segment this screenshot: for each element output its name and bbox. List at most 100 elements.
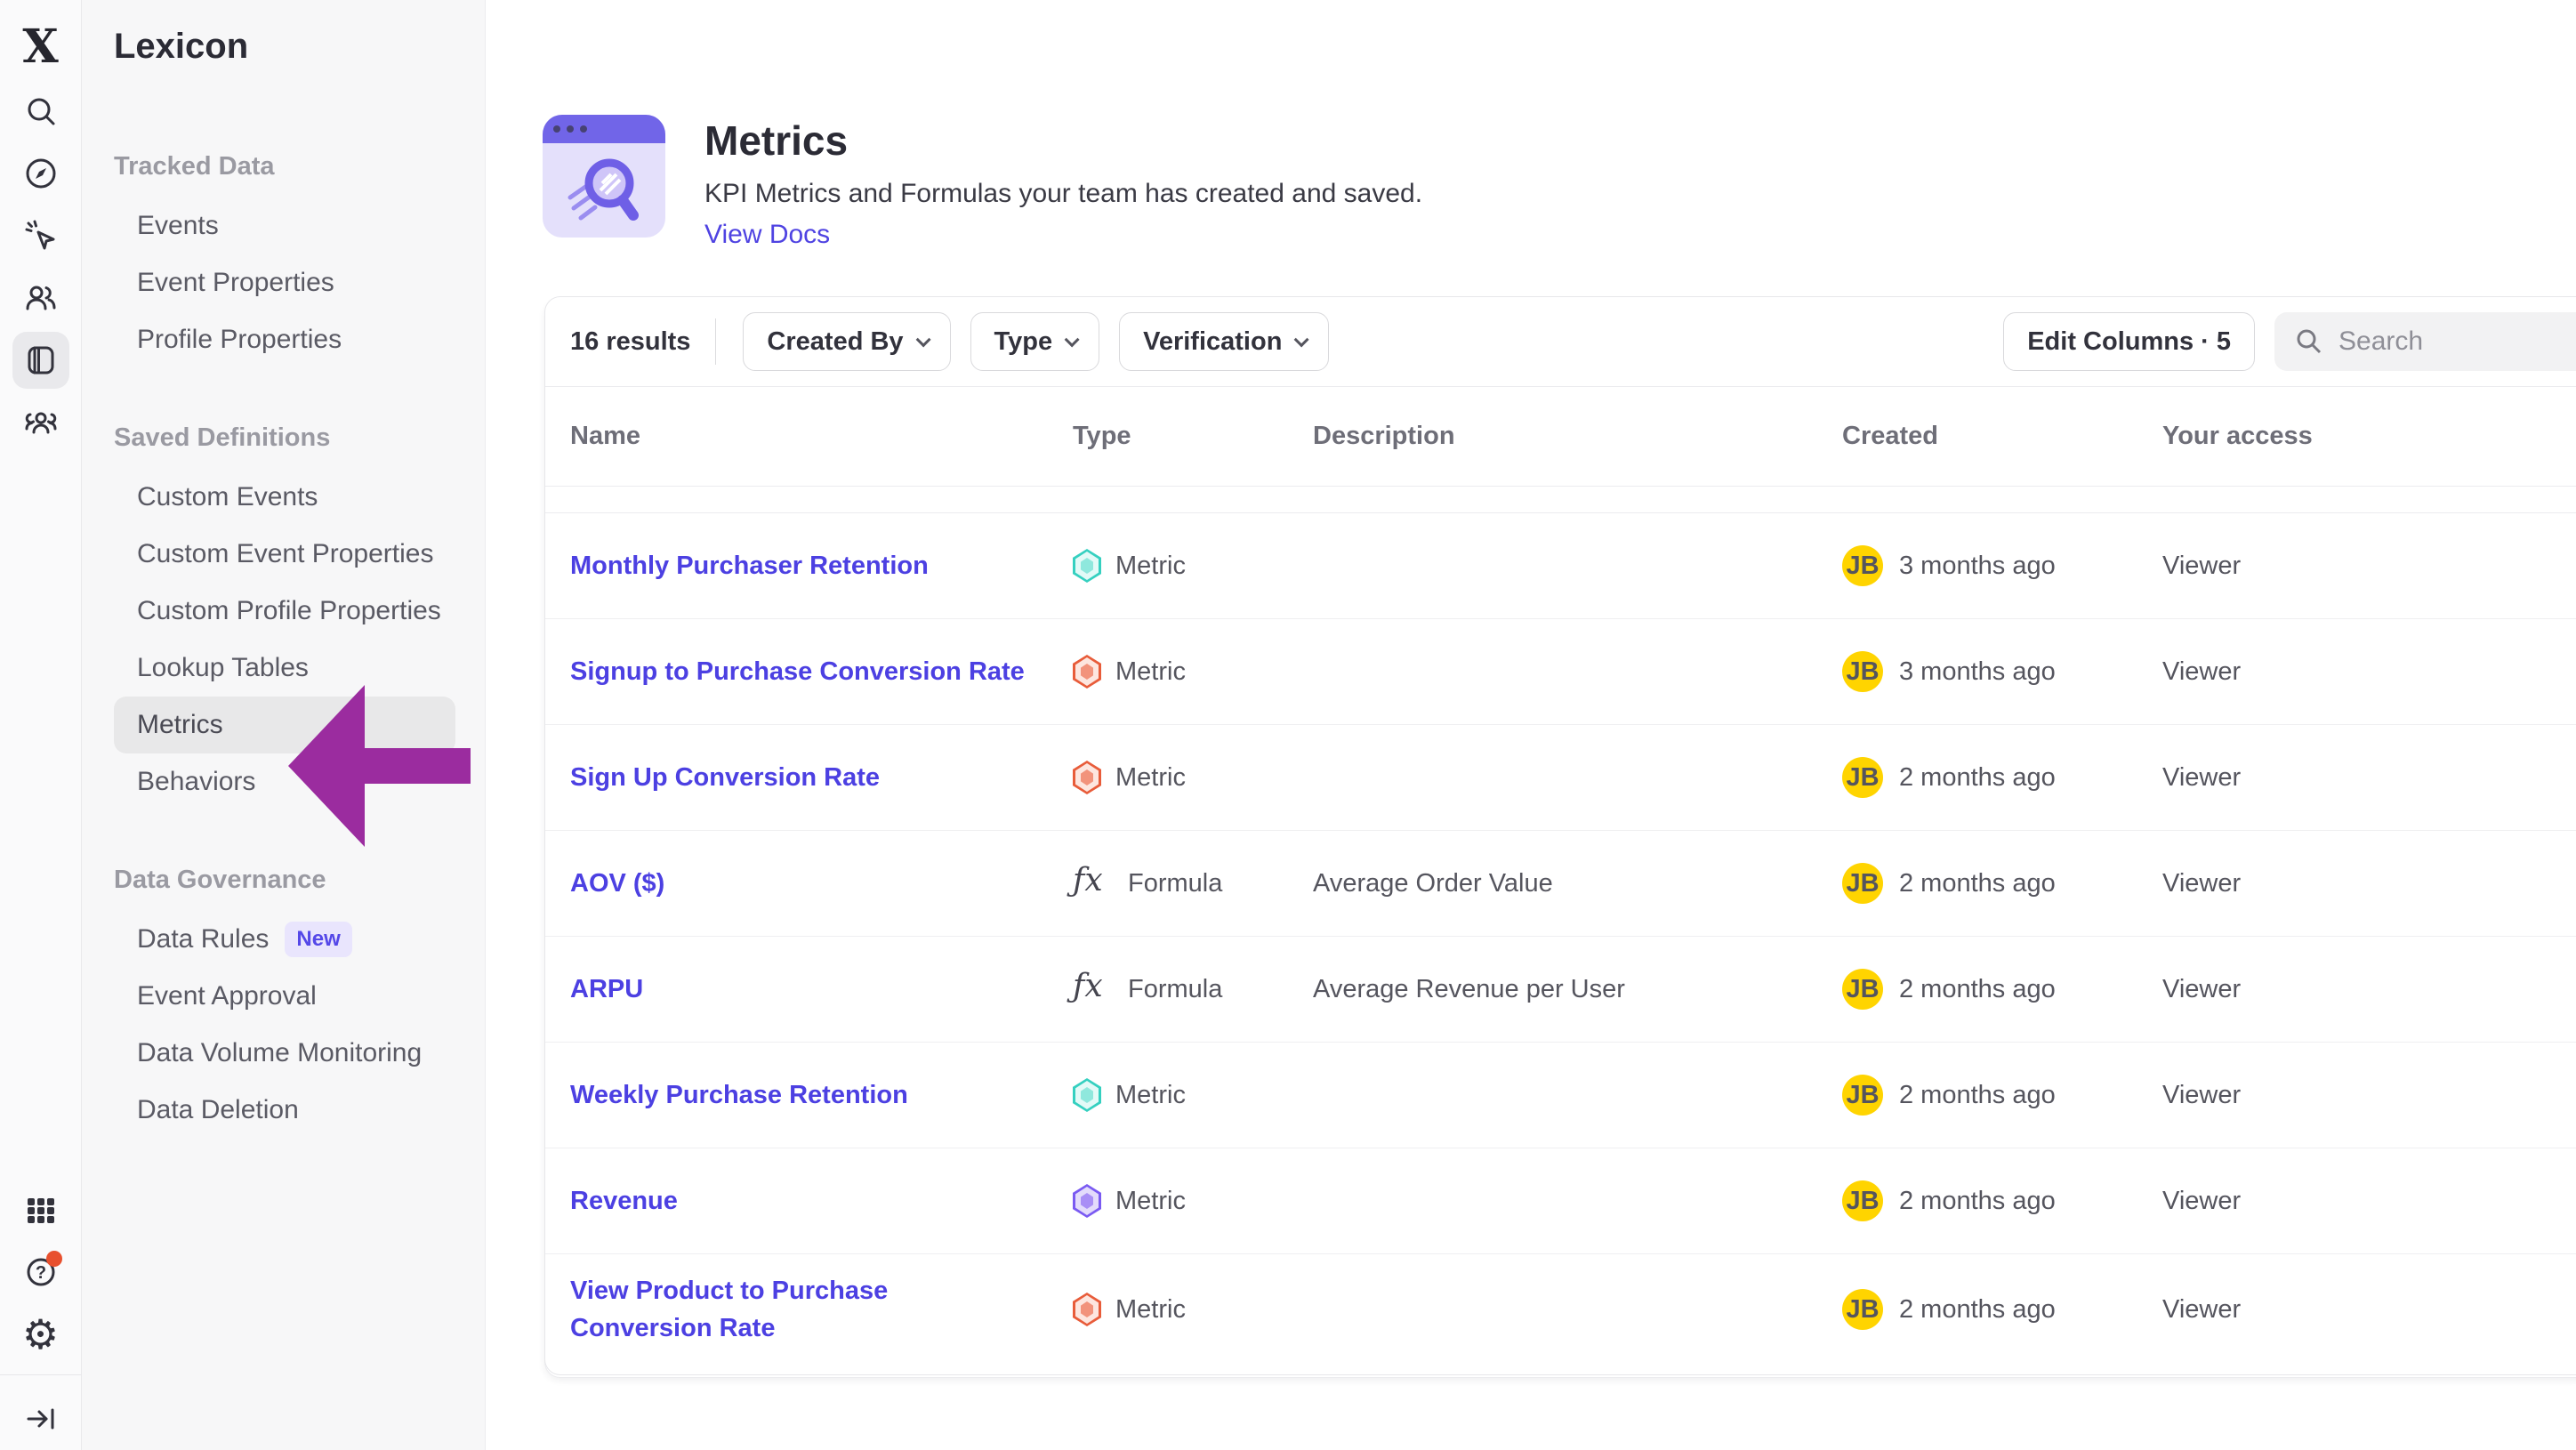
table-header-row: Name Type Description Created Your acces… [545, 387, 2576, 487]
table-row: AOV ($) Formula Average Order Value JB2 … [545, 831, 2576, 937]
col-type: Type [1073, 422, 1313, 451]
metrics-hero-icon [543, 115, 665, 238]
users-nav-button[interactable] [12, 270, 69, 326]
metric-name-link[interactable]: Weekly Purchase Retention [570, 1076, 1073, 1114]
metric-name-link[interactable]: ARPU [570, 971, 1073, 1008]
table-row: Revenue Metric JB2 months ago Viewer [545, 1148, 2576, 1254]
avatar: JB [1842, 757, 1883, 798]
sidebar-item-event-approval[interactable]: Event Approval [114, 968, 455, 1025]
page-header: Metrics KPI Metrics and Formulas your te… [543, 115, 1422, 250]
col-description: Description [1313, 422, 1842, 451]
magnifier-illustration-icon [561, 148, 647, 233]
apps-nav-button[interactable] [12, 1181, 69, 1238]
metric-name-link[interactable]: Signup to Purchase Conversion Rate [570, 653, 1073, 690]
search-icon [22, 93, 60, 130]
metric-name-link[interactable]: Monthly Purchaser Retention [570, 547, 1073, 584]
metric-name-link[interactable]: View Product to Purchase Conversion Rate [570, 1272, 1073, 1347]
metric-name-link[interactable]: Revenue [570, 1182, 1073, 1220]
lexicon-nav-button[interactable] [12, 332, 69, 389]
sidebar-title: Lexicon [114, 27, 485, 67]
edit-columns-button[interactable]: Edit Columns · 5 [2003, 312, 2255, 371]
sidebar-item-metrics[interactable]: Metrics [114, 697, 455, 753]
rail-divider [0, 1374, 82, 1375]
sidebar-item-events[interactable]: Events [114, 197, 455, 254]
collapse-arrow-icon [22, 1400, 60, 1438]
section-tracked-data: Tracked Data [114, 152, 485, 181]
metric-name-link[interactable]: Sign Up Conversion Rate [570, 759, 1073, 796]
metric-type-icon [1073, 1184, 1101, 1218]
events-nav-button[interactable] [12, 207, 69, 264]
col-your-access: Your access [2162, 422, 2576, 451]
section-saved-definitions: Saved Definitions [114, 423, 485, 453]
filter-type[interactable]: Type [970, 312, 1100, 371]
users-icon [22, 279, 60, 317]
avatar: JB [1842, 651, 1883, 692]
sidebar-item-event-properties[interactable]: Event Properties [114, 254, 455, 311]
apps-grid-icon [22, 1191, 60, 1228]
group-icon [22, 404, 60, 441]
cohorts-nav-button[interactable] [12, 394, 69, 451]
compass-icon [22, 155, 60, 192]
sidebar-item-custom-event-properties[interactable]: Custom Event Properties [114, 526, 455, 583]
discover-nav-button[interactable] [12, 145, 69, 202]
icon-rail: X + [0, 0, 82, 1450]
table-row: Monthly Purchaser Retention Metric JB3 m… [545, 513, 2576, 619]
svg-text:?: ? [35, 1263, 45, 1283]
sidebar-item-data-deletion[interactable]: Data Deletion [114, 1082, 455, 1139]
scrolled-row-sliver [545, 487, 2576, 513]
metric-type-icon [1073, 1078, 1101, 1112]
avatar: JB [1842, 545, 1883, 586]
page-title: Metrics [704, 117, 1422, 165]
gear-icon: ⚙ [22, 1314, 59, 1355]
toolbar-divider [715, 318, 716, 365]
table-search [2274, 312, 2576, 371]
hero-browser-bar [543, 115, 665, 143]
lexicon-sidebar: Lexicon Tracked Data Events Event Proper… [82, 0, 486, 1450]
page-description: KPI Metrics and Formulas your team has c… [704, 179, 1422, 209]
sidebar-item-behaviors[interactable]: Behaviors [114, 753, 455, 810]
mixpanel-logo-icon: X [22, 12, 58, 80]
col-name: Name [570, 422, 1073, 451]
metric-type-icon [1073, 655, 1101, 689]
search-input[interactable] [2339, 326, 2561, 357]
results-count: 16 results [570, 327, 690, 357]
sidebar-item-data-rules[interactable]: Data Rules New [114, 911, 455, 968]
search-icon [2294, 326, 2324, 357]
avatar: JB [1842, 863, 1883, 904]
settings-button[interactable]: ⚙ [12, 1306, 69, 1363]
collapse-panel-button[interactable] [12, 1390, 69, 1447]
table-toolbar: 16 results Created By Type Verification … [545, 297, 2576, 387]
sidebar-item-profile-properties[interactable]: Profile Properties [114, 311, 455, 368]
chevron-down-icon [915, 332, 930, 347]
col-created: Created [1842, 422, 2162, 451]
new-badge: New [285, 922, 351, 957]
sidebar-item-custom-profile-properties[interactable]: Custom Profile Properties [114, 583, 455, 640]
metric-type-icon [1073, 1293, 1101, 1326]
table-row: Sign Up Conversion Rate Metric JB2 month… [545, 725, 2576, 831]
metric-name-link[interactable]: AOV ($) [570, 865, 1073, 902]
avatar: JB [1842, 969, 1883, 1010]
avatar: JB [1842, 1075, 1883, 1116]
metric-type-icon [1073, 761, 1101, 794]
filter-verification[interactable]: Verification [1119, 312, 1329, 371]
lexicon-book-icon [22, 342, 60, 379]
search-nav-button[interactable] [12, 83, 69, 140]
table-row: Signup to Purchase Conversion Rate Metri… [545, 619, 2576, 725]
notification-dot [46, 1251, 62, 1267]
chevron-down-icon [1294, 332, 1309, 347]
table-row: ARPU Formula Average Revenue per User JB… [545, 937, 2576, 1043]
sidebar-item-custom-events[interactable]: Custom Events [114, 469, 455, 526]
avatar: JB [1842, 1180, 1883, 1221]
cursor-click-icon [22, 217, 60, 254]
filter-created-by[interactable]: Created By [743, 312, 950, 371]
section-data-governance: Data Governance [114, 866, 485, 895]
sidebar-item-data-volume-monitoring[interactable]: Data Volume Monitoring [114, 1025, 455, 1082]
sidebar-item-lookup-tables[interactable]: Lookup Tables [114, 640, 455, 697]
metrics-table-card: 16 results Created By Type Verification … [544, 296, 2576, 1375]
metric-type-icon [1073, 549, 1101, 583]
table-row: View Product to Purchase Conversion Rate… [545, 1254, 2576, 1365]
view-docs-link[interactable]: View Docs [704, 220, 830, 250]
table-row: Weekly Purchase Retention Metric JB2 mon… [545, 1043, 2576, 1148]
help-button[interactable]: ? [12, 1244, 69, 1301]
formula-type-icon [1073, 970, 1114, 1009]
